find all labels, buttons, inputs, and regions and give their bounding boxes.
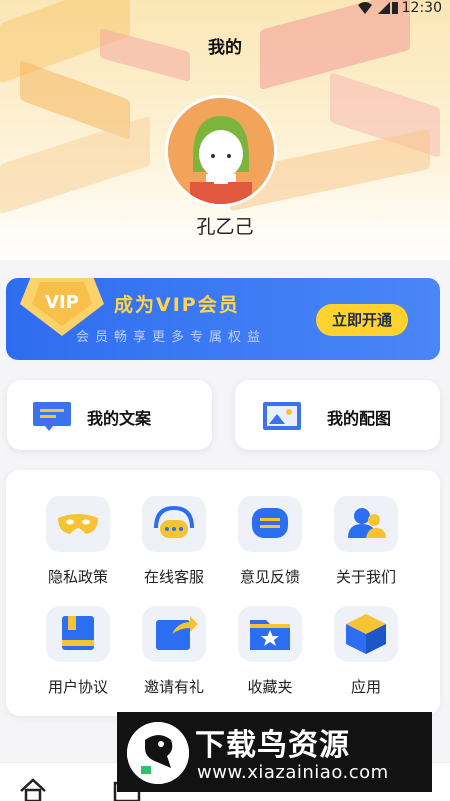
bird-logo-icon (127, 722, 189, 784)
menu-item-agreement[interactable]: 用户协议 (30, 606, 126, 696)
feedback-icon (238, 496, 302, 552)
vip-open-button[interactable]: 立即开通 (316, 304, 408, 336)
menu-label: 关于我们 (335, 568, 396, 586)
headset-icon (142, 496, 206, 552)
menu-item-apps[interactable]: 应用 (318, 606, 414, 696)
menu-label: 应用 (350, 678, 381, 696)
menu-item-feedback[interactable]: 意见反馈 (222, 496, 318, 586)
share-icon (142, 606, 206, 662)
my-copywriting-label: 我的文案 (87, 409, 152, 428)
avatar[interactable] (165, 95, 277, 207)
vip-subtitle: 会员畅享更多专属权益 (76, 330, 267, 345)
vip-title: 成为VIP会员 (114, 294, 240, 316)
my-copywriting-card[interactable]: 我的文案 (7, 380, 212, 450)
menu-label: 隐私政策 (47, 568, 108, 586)
menu-item-about[interactable]: 关于我们 (318, 496, 414, 586)
menu-item-support[interactable]: 在线客服 (126, 496, 222, 586)
avatar-illustration (168, 98, 274, 204)
mask-icon (46, 496, 110, 552)
username: 孔乙己 (196, 216, 254, 238)
status-bar: 12:30 (0, 0, 450, 18)
home-icon[interactable] (18, 777, 48, 801)
status-time: 12:30 (401, 0, 442, 16)
watermark-banner: 下载鸟资源 www.xiazainiao.com (117, 712, 432, 792)
book-icon (46, 606, 110, 662)
wifi-icon (358, 2, 372, 14)
menu-label: 邀请有礼 (143, 678, 204, 696)
my-images-label: 我的配图 (327, 409, 392, 428)
signal-icon (378, 2, 390, 14)
menu-label: 收藏夹 (247, 678, 293, 696)
users-icon (334, 496, 398, 552)
menu-label: 用户协议 (47, 678, 108, 696)
menu-label: 意见反馈 (239, 568, 300, 586)
box-icon (334, 606, 398, 662)
menu-item-favorites[interactable]: 收藏夹 (222, 606, 318, 696)
message-icon (33, 402, 71, 431)
watermark-title: 下载鸟资源 (195, 728, 350, 763)
menu-label: 在线客服 (143, 568, 204, 586)
page-title: 我的 (208, 38, 242, 58)
watermark-url: www.xiazainiao.com (197, 762, 389, 783)
vip-badge-text: VIP (45, 292, 79, 313)
image-icon (263, 402, 301, 430)
menu-grid: 隐私政策 在线客服 意见反馈 关于我们 用户协议 邀请有礼 收藏夹 应用 (6, 470, 440, 716)
my-images-card[interactable]: 我的配图 (235, 380, 440, 450)
vip-banner[interactable]: VIP 成为VIP会员 会员畅享更多专属权益 立即开通 (6, 278, 440, 360)
menu-item-invite[interactable]: 邀请有礼 (126, 606, 222, 696)
menu-item-privacy[interactable]: 隐私政策 (30, 496, 126, 586)
battery-icon (392, 2, 398, 14)
star-folder-icon (238, 606, 302, 662)
